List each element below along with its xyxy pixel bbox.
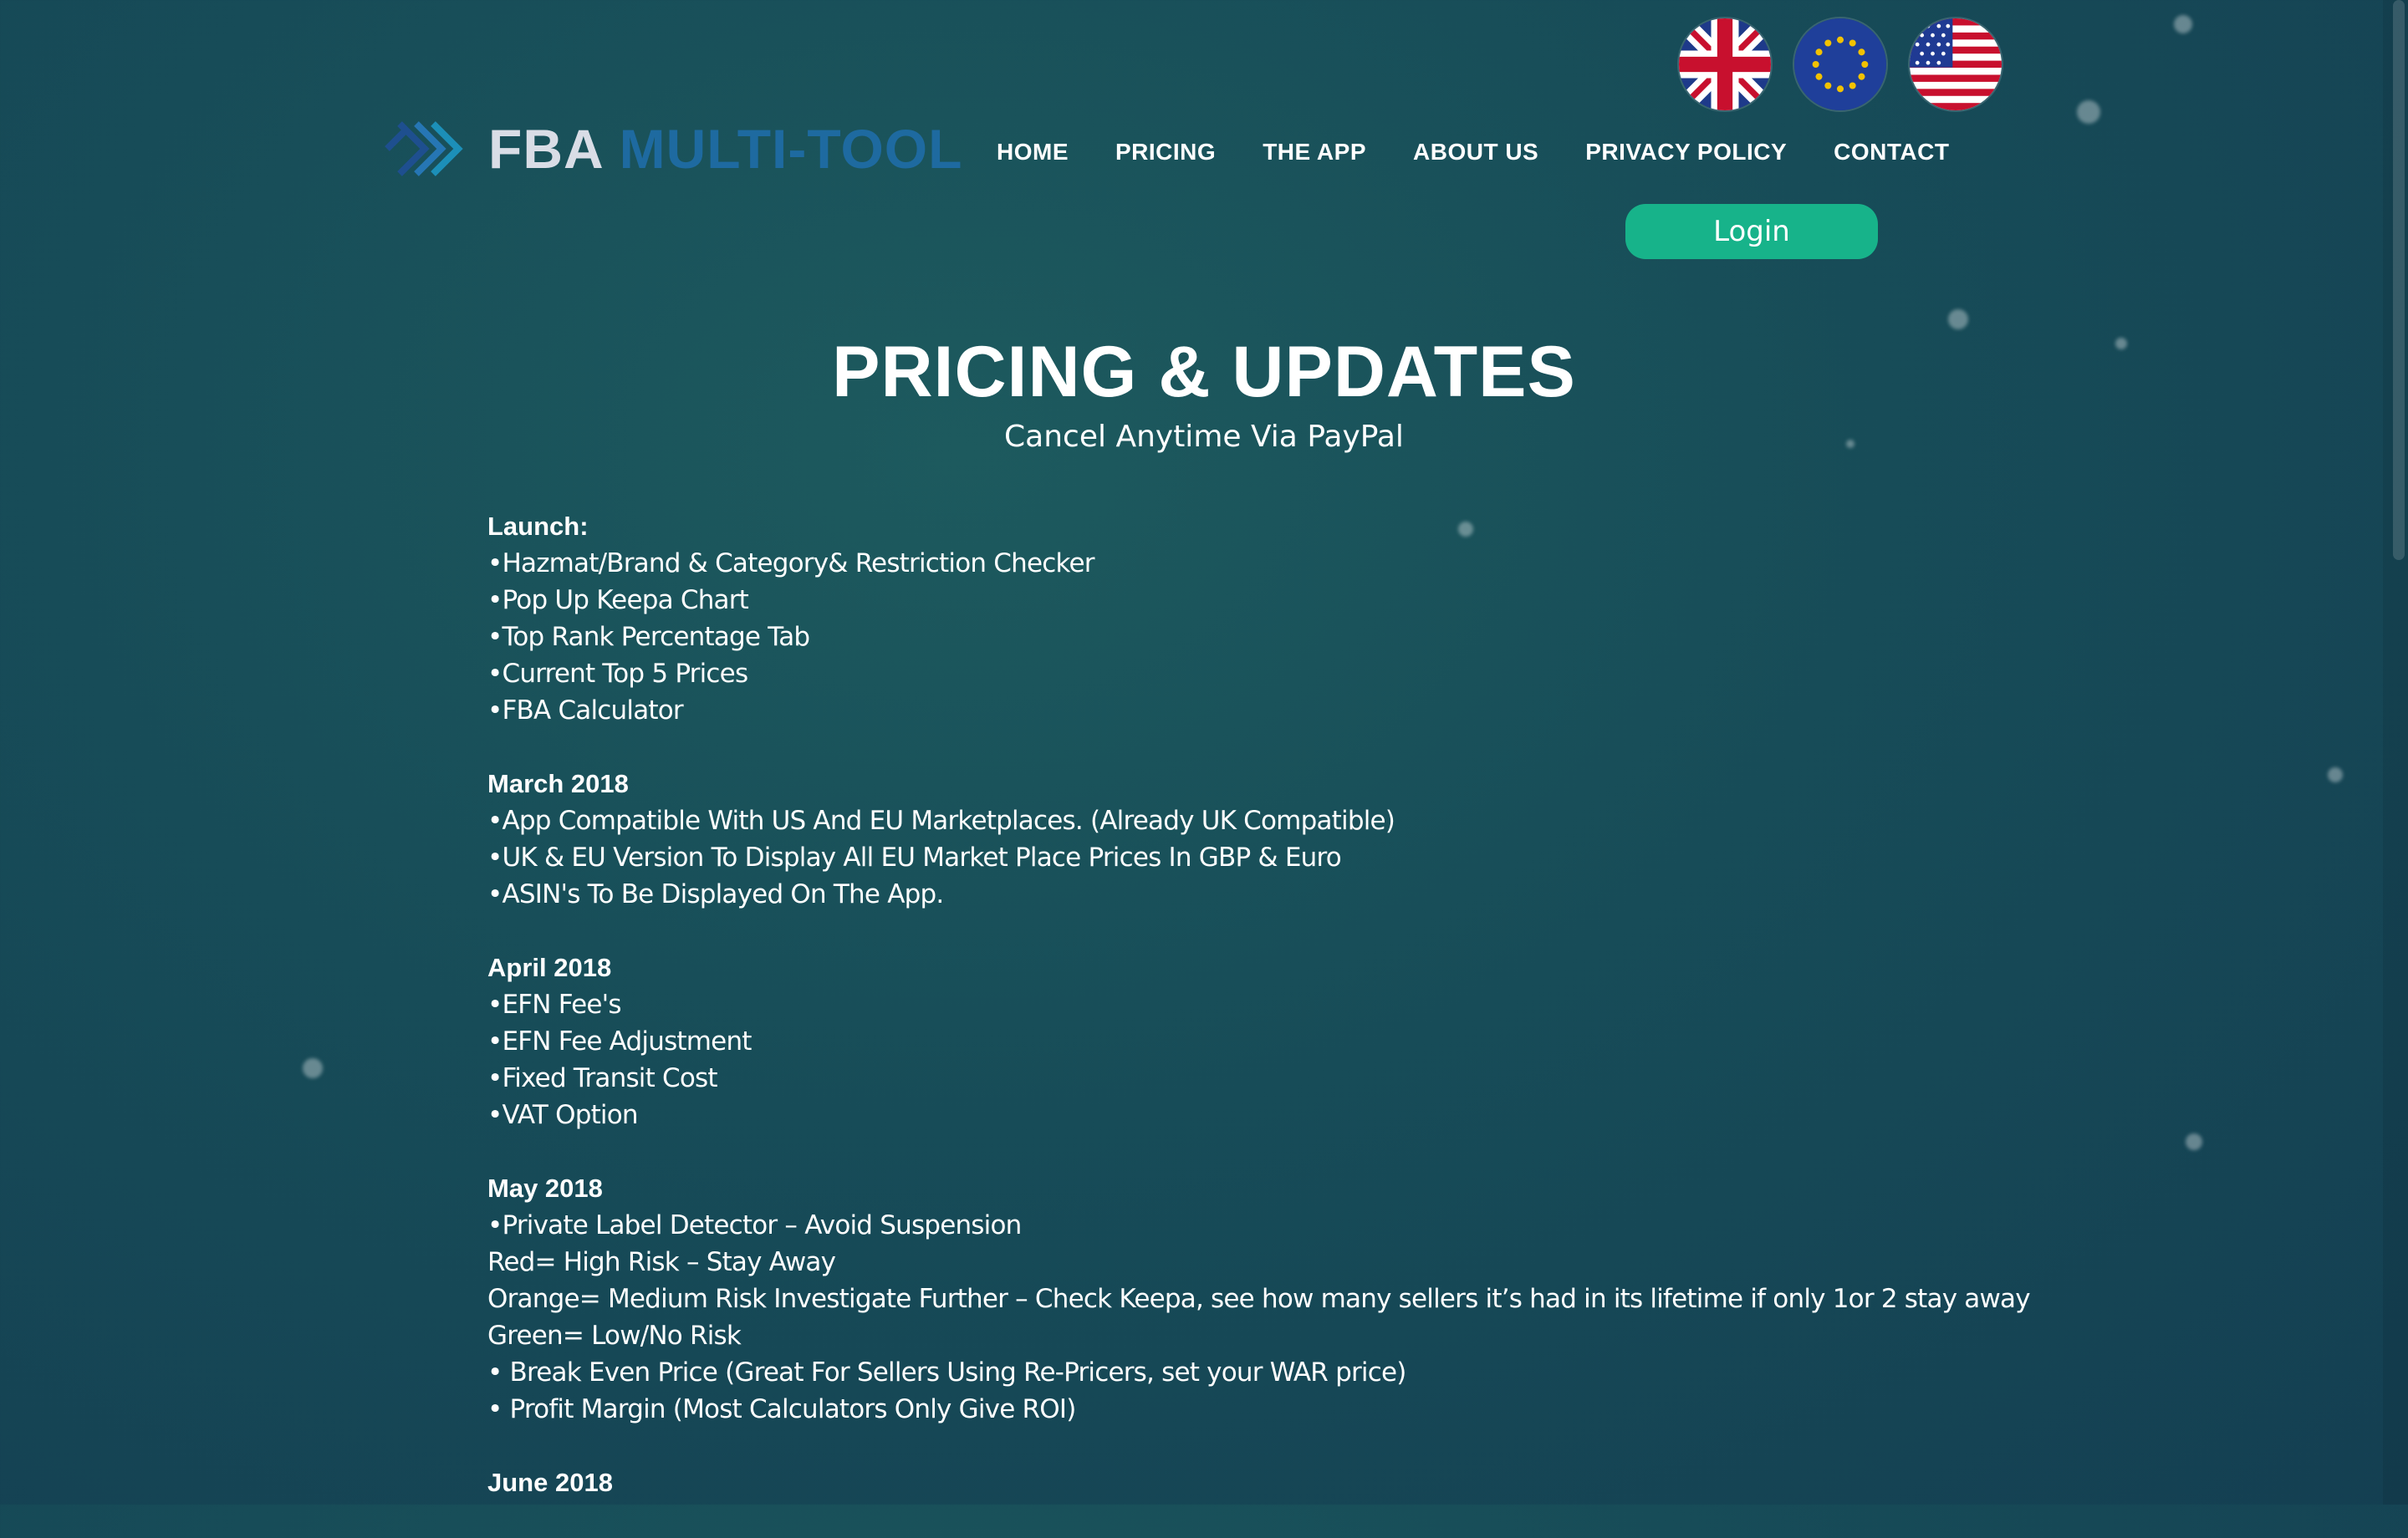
page-subtitle: Cancel Anytime Via PayPal <box>1004 420 1404 454</box>
list-item: •VAT Option <box>487 1100 639 1130</box>
list-item: Red= High Risk – Stay Away <box>487 1247 836 1277</box>
page-scrollbar[interactable] <box>2383 0 2408 1505</box>
scrollbar-thumb[interactable] <box>2393 0 2405 560</box>
section-heading: June 2018 <box>487 1468 613 1497</box>
list-item: •Top Rank Percentage Tab <box>487 622 810 652</box>
list-item: •UK & EU Version To Display All EU Marke… <box>487 843 1342 873</box>
logo-chevron-icon <box>385 121 463 176</box>
list-item: • Profit Margin (Most Calculators Only G… <box>487 1394 1076 1424</box>
list-item: •Current Top 5 Prices <box>487 659 748 689</box>
section-heading: May 2018 <box>487 1174 603 1203</box>
background-star <box>2328 767 2343 782</box>
section-june-2018: June 2018 <box>487 1464 2327 1501</box>
section-april-2018: April 2018 •EFN Fee's •EFN Fee Adjustmen… <box>487 950 2327 1133</box>
list-item: •ASIN's To Be Displayed On The App. <box>487 879 944 909</box>
main-nav: HOME PRICING THE APP ABOUT US PRIVACY PO… <box>997 139 1949 166</box>
nav-the-app[interactable]: THE APP <box>1263 139 1366 166</box>
uk-flag-icon[interactable] <box>1679 18 1771 110</box>
list-item: •Hazmat/Brand & Category& Restriction Ch… <box>487 548 1095 578</box>
updates-content: Launch: •Hazmat/Brand & Category& Restri… <box>487 508 2327 1538</box>
list-item: •Pop Up Keepa Chart <box>487 585 749 615</box>
list-item: •Fixed Transit Cost <box>487 1063 718 1093</box>
section-march-2018: March 2018 •App Compatible With US And E… <box>487 766 2327 913</box>
list-item: •EFN Fee's <box>487 990 622 1020</box>
site-logo[interactable]: FBA MULTI-TOOL <box>383 117 962 181</box>
nav-home[interactable]: HOME <box>997 139 1069 166</box>
nav-pricing[interactable]: PRICING <box>1115 139 1216 166</box>
list-item: •FBA Calculator <box>487 695 684 726</box>
background-star <box>303 1058 323 1078</box>
list-item: •Private Label Detector – Avoid Suspensi… <box>487 1210 1022 1240</box>
logo-fba-text: FBA <box>488 118 605 180</box>
logo-multitool-text: MULTI-TOOL <box>619 118 963 180</box>
nav-about-us[interactable]: ABOUT US <box>1413 139 1538 166</box>
us-flag-icon[interactable] <box>1910 18 2002 110</box>
section-heading: April 2018 <box>487 953 612 982</box>
section-may-2018: May 2018 •Private Label Detector – Avoid… <box>487 1170 2327 1428</box>
list-item: • Break Even Price (Great For Sellers Us… <box>487 1357 1406 1388</box>
nav-privacy-policy[interactable]: PRIVACY POLICY <box>1585 139 1787 166</box>
section-heading: March 2018 <box>487 769 629 798</box>
login-button[interactable]: Login <box>1625 204 1878 259</box>
background-star <box>2174 15 2192 33</box>
language-flags <box>1679 18 2002 110</box>
background-star <box>1948 309 1968 329</box>
nav-contact[interactable]: CONTACT <box>1834 139 1949 166</box>
background-star <box>2077 100 2100 124</box>
list-item: Orange= Medium Risk Investigate Further … <box>487 1284 2031 1314</box>
list-item: •EFN Fee Adjustment <box>487 1026 752 1057</box>
section-launch: Launch: •Hazmat/Brand & Category& Restri… <box>487 508 2327 729</box>
section-heading: Launch: <box>487 512 589 541</box>
list-item: Green= Low/No Risk <box>487 1321 742 1351</box>
page-title: PRICING & UPDATES <box>832 332 1576 412</box>
list-item: •App Compatible With US And EU Marketpla… <box>487 806 1395 836</box>
eu-flag-icon[interactable] <box>1794 18 1886 110</box>
